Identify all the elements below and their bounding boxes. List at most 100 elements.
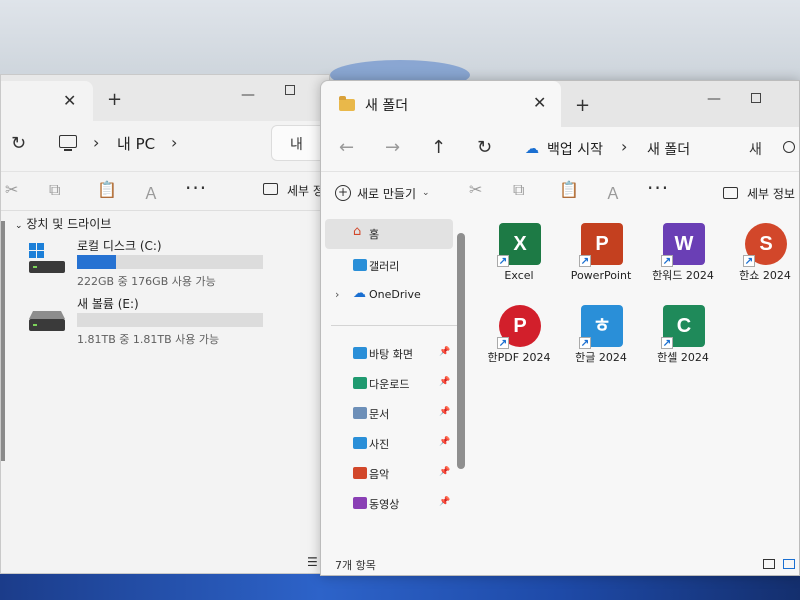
file-label: Excel [504,269,534,282]
rename-icon[interactable]: Ａ [605,180,621,204]
maximize-icon[interactable] [285,85,295,95]
sidebar-item-desktop[interactable]: 바탕 화면 📌 [325,339,453,369]
command-bar: + 새로 만들기 ⌄ ✂ ⧉ 📋 Ａ ··· 세부 정보 [321,171,799,213]
home-icon: ⌂ [353,224,362,239]
more-options-icon[interactable]: ··· [647,176,669,200]
explorer-window-new-folder: 새 폴더 ✕ + — ← → ↑ ↻ ☁ 백업 시작 › 새 폴더 새 + 새로… [320,80,800,576]
search-icon[interactable] [783,141,795,153]
drive-c[interactable]: 로컬 디스크 (C:) 222GB 중 176GB 사용 가능 [25,237,275,293]
gallery-icon [353,259,367,271]
sidebar-item-documents[interactable]: 문서 📌 [325,399,453,429]
new-button-label: 새로 만들기 [357,186,417,201]
chevron-down-icon: ⌄ [422,188,430,198]
sidebar-item-gallery[interactable]: 갤러리 [325,251,453,281]
breadcrumb-backup[interactable]: 백업 시작 [547,139,603,159]
scrollbar[interactable] [1,221,5,461]
new-button[interactable]: + 새로 만들기 ⌄ [335,180,430,206]
back-arrow-icon[interactable]: ← [339,137,354,158]
details-pane-icon[interactable] [723,187,738,199]
command-bar: ✂ ⧉ 📋 Ａ ··· 세부 정 [1,171,329,211]
details-pane-icon[interactable] [263,183,278,195]
tab-bar: ✕ + — [1,75,329,121]
paste-icon[interactable]: 📋 [559,180,579,199]
copy-icon[interactable]: ⧉ [49,180,60,200]
maximize-icon[interactable] [751,93,761,103]
chevron-right-icon[interactable]: › [171,133,177,152]
chevron-down-icon: ⌄ [15,221,23,231]
minimize-icon[interactable]: — [707,91,721,107]
file-item-excel[interactable]: X ↗ Excel [481,217,557,297]
details-view-icon[interactable] [763,559,775,569]
rename-icon[interactable]: Ａ [143,180,159,204]
more-options-icon[interactable]: ··· [185,176,207,200]
pin-icon[interactable]: 📌 [439,347,450,357]
pictures-folder-icon [353,437,367,449]
divider [331,325,457,326]
address-bar: ← → ↑ ↻ ☁ 백업 시작 › 새 폴더 새 [321,127,799,171]
chevron-right-icon[interactable]: › [335,288,339,301]
cloud-icon: ☁ [353,286,366,301]
item-count: 7개 항목 [335,559,376,572]
hanpdf-icon: P ↗ [497,305,541,349]
file-item-hanpdf[interactable]: P ↗ 한PDF 2024 [481,299,557,379]
tab-this-pc[interactable]: ✕ [1,81,93,121]
refresh-icon[interactable]: ↻ [11,133,26,154]
chevron-right-icon[interactable]: › [93,133,99,152]
drive-name: 로컬 디스크 (C:) [77,239,162,253]
sidebar-item-downloads[interactable]: 다운로드 📌 [325,369,453,399]
sidebar-item-home[interactable]: ⌂ 홈 [325,219,453,249]
pc-icon [59,135,77,151]
details-button[interactable]: 세부 정 [287,182,324,199]
pin-icon[interactable]: 📌 [439,497,450,507]
file-label: 한PDF 2024 [487,351,551,364]
pin-icon[interactable]: 📌 [439,437,450,447]
forward-arrow-icon[interactable]: → [385,137,400,158]
sidebar-item-onedrive[interactable]: › ☁ OneDrive [325,281,453,311]
pin-icon[interactable]: 📌 [439,377,450,387]
tiles-view-icon[interactable] [783,559,795,569]
close-icon[interactable]: ✕ [533,93,546,112]
drive-e[interactable]: 새 볼륨 (E:) 1.81TB 중 1.81TB 사용 가능 [25,295,275,351]
minimize-icon[interactable]: — [241,87,255,103]
close-icon[interactable]: ✕ [63,91,76,110]
desktop-folder-icon [353,347,367,359]
address-bar: ↻ › 내 PC › 내 [1,121,331,171]
scrollbar[interactable] [457,233,465,469]
file-item-powerpoint[interactable]: P ↗ PowerPoint [563,217,639,297]
details-button[interactable]: 세부 정보 [747,185,795,202]
file-item-hanword[interactable]: W ↗ 한워드 2024 [645,217,721,297]
breadcrumb-this-pc[interactable]: 내 PC [117,133,155,154]
cut-icon[interactable]: ✂ [5,180,18,199]
file-item-hancell[interactable]: C ↗ 한셀 2024 [645,299,721,379]
file-grid: X ↗ Excel P ↗ PowerPoint W ↗ 한워드 2024 S ↗ 한쇼… [481,217,799,547]
search-input[interactable]: 새 [749,139,762,159]
sidebar-item-pictures[interactable]: 사진 📌 [325,429,453,459]
copy-icon[interactable]: ⧉ [513,180,524,200]
onedrive-sync-icon: ☁ [525,141,539,157]
list-view-icon[interactable]: ☰ [307,555,318,569]
section-title: 장치 및 드라이브 [26,217,112,231]
add-tab-icon[interactable]: + [575,95,590,116]
sidebar-item-label: 바탕 화면 [369,348,413,361]
up-arrow-icon[interactable]: ↑ [431,137,446,158]
pin-icon[interactable]: 📌 [439,407,450,417]
windows-drive-icon [29,243,65,273]
breadcrumb-new-folder[interactable]: 새 폴더 [647,139,690,159]
file-item-hangul[interactable]: ㅎ ↗ 한글 2024 [563,299,639,379]
sidebar-item-music[interactable]: 음악 📌 [325,459,453,489]
section-devices-drives[interactable]: ⌄ 장치 및 드라이브 [15,215,111,232]
paste-icon[interactable]: 📋 [97,180,117,199]
drive-size: 222GB 중 176GB 사용 가능 [77,275,216,288]
shortcut-arrow-icon: ↗ [661,337,673,349]
file-label: 한워드 2024 [652,269,714,282]
pin-icon[interactable]: 📌 [439,467,450,477]
shortcut-arrow-icon: ↗ [743,255,755,267]
shortcut-arrow-icon: ↗ [497,255,509,267]
refresh-icon[interactable]: ↻ [477,137,492,158]
sidebar-item-videos[interactable]: 동영상 📌 [325,489,453,519]
add-tab-icon[interactable]: + [107,89,122,110]
cut-icon[interactable]: ✂ [469,180,482,199]
file-item-hanshow[interactable]: S ↗ 한쇼 2024 [727,217,799,297]
chevron-right-icon[interactable]: › [621,137,627,156]
tab-new-folder[interactable]: 새 폴더 ✕ [321,81,561,127]
